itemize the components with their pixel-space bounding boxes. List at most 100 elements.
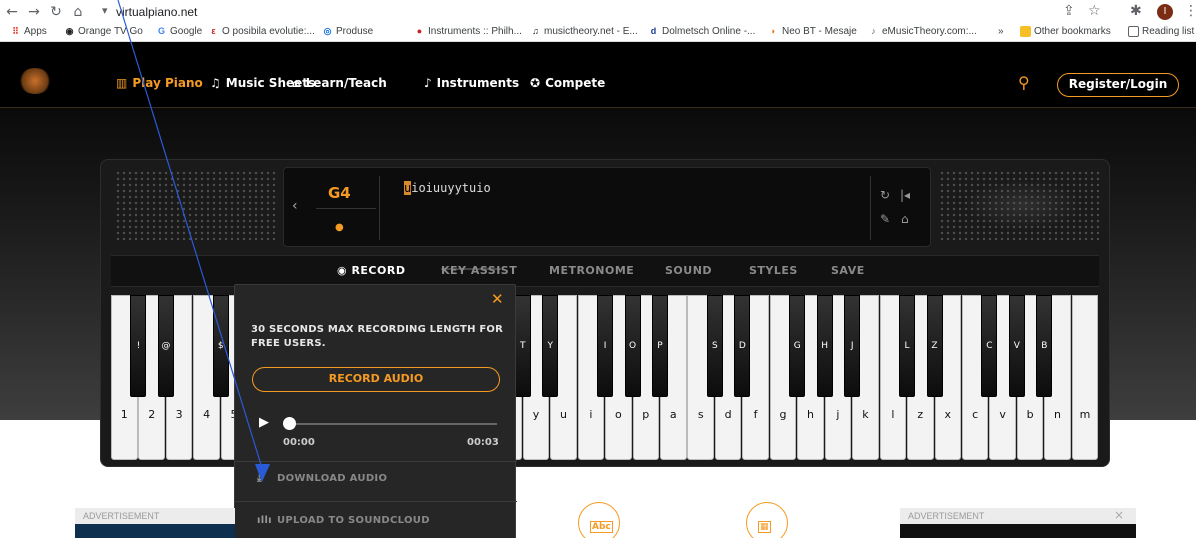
black-key[interactable]: Y (542, 295, 559, 397)
upload-soundcloud-button[interactable]: ıllı UPLOAD TO SOUNDCLOUD (257, 515, 430, 526)
black-key[interactable]: P (652, 295, 668, 397)
divider (379, 176, 380, 240)
register-login-button[interactable]: Register/Login (1057, 73, 1179, 97)
home-icon[interactable]: ⌂ (70, 4, 86, 20)
toolbar-label: KEY ASSIST (441, 264, 518, 277)
key-label: L (904, 341, 910, 351)
bookmark-label: Google (170, 26, 203, 37)
toolbar-sound[interactable]: SOUND (665, 264, 712, 277)
toolbar-key-assist[interactable]: KEY ASSIST (441, 264, 517, 277)
close-icon[interactable]: ✕ (491, 290, 504, 308)
home-icon[interactable]: ⌂ (901, 212, 909, 226)
bookmark-item[interactable]: ◉ Orange TV Go (64, 26, 143, 37)
key-label: 4 (203, 408, 211, 421)
toolbar-record[interactable]: ◉ RECORD (337, 264, 405, 277)
ad-right[interactable]: ADVERTISEMENT × (900, 508, 1136, 538)
black-key[interactable]: I (597, 295, 614, 397)
share-icon[interactable]: ⇪ (1063, 3, 1075, 19)
black-key[interactable]: G (789, 295, 806, 397)
profile-avatar[interactable]: I (1157, 4, 1173, 20)
bookmark-item[interactable]: ● Instruments :: Philh... (414, 26, 522, 37)
black-key[interactable]: $ (212, 295, 229, 397)
divider (235, 501, 517, 502)
toolbar-save[interactable]: SAVE (831, 264, 865, 277)
site-info-icon[interactable]: ▾ (102, 4, 108, 17)
virtual-piano-logo-icon[interactable] (18, 68, 52, 94)
black-key[interactable]: J (844, 295, 861, 397)
bookmark-item[interactable]: ⠿ Apps (10, 26, 47, 37)
black-key[interactable]: V (1008, 295, 1025, 397)
bookmark-item[interactable]: G Google (156, 26, 202, 37)
play-icon[interactable]: ▶ (259, 415, 269, 430)
back-arrow-icon[interactable]: ← (4, 4, 20, 20)
bookmark-label: Instruments :: Philh... (428, 26, 522, 37)
black-key[interactable]: O (624, 295, 641, 397)
nav-learn-teach[interactable]: ⌂ Learn/Teach (292, 76, 387, 90)
reading-list[interactable]: Reading list (1128, 26, 1194, 37)
key-label: l (891, 408, 895, 421)
key-label: h (807, 408, 814, 421)
nav-instruments[interactable]: ♪ Instruments (424, 76, 519, 90)
bookmarks-overflow[interactable]: » (998, 26, 1004, 37)
ad-image[interactable] (75, 524, 235, 538)
ad-left[interactable]: ADVERTISEMENT (75, 508, 235, 538)
refresh-icon[interactable]: ↻ (880, 188, 890, 202)
ad-image[interactable] (900, 524, 1136, 538)
other-bookmarks[interactable]: Other bookmarks (1020, 26, 1111, 37)
bookmark-item[interactable]: d Dolmetsch Online -... (648, 26, 756, 37)
nav-label: Play Piano (132, 76, 203, 90)
black-key[interactable]: L (899, 295, 916, 397)
toolbar-metronome[interactable]: METRONOME (549, 264, 634, 277)
bookmark-item[interactable]: ◗ Neo BT - Mesaje (768, 26, 857, 37)
url-text[interactable]: virtualpiano.net (116, 5, 197, 19)
bookmark-item[interactable]: ε O posibila evolutie:... (208, 26, 314, 37)
search-icon[interactable]: ⚲ (1018, 73, 1030, 92)
record-dot-icon: ◉ (337, 264, 352, 277)
playback-slider-handle[interactable] (283, 417, 296, 430)
globe-icon: ◉ (65, 26, 74, 36)
download-audio-button[interactable]: ⤓ DOWNLOAD AUDIO (257, 473, 387, 484)
bookmark-label: Produse (336, 26, 374, 37)
nav-compete[interactable]: ✪ Compete (530, 76, 605, 90)
ad-close-icon[interactable]: × (1114, 508, 1124, 522)
site-header: ▥ Play Piano ♫ Music Sheets ⌂ Learn/Teach ♪ Ins… (0, 42, 1196, 108)
black-key[interactable]: S (706, 295, 723, 397)
record-audio-button[interactable]: RECORD AUDIO (252, 367, 500, 392)
bookmarks-bar: ⠿ Apps ◉ Orange TV Go G Google ε O posibila evo… (0, 24, 1196, 42)
key-label: m (1079, 408, 1091, 421)
key-label: g (779, 408, 787, 421)
black-key[interactable]: H (816, 295, 833, 397)
black-key[interactable]: B (1036, 295, 1053, 397)
key-label: o (614, 408, 622, 421)
skip-back-icon[interactable]: |◂ (900, 188, 910, 202)
reload-icon[interactable]: ↻ (48, 4, 64, 20)
white-key[interactable]: m (1071, 295, 1099, 460)
menu-dots-icon[interactable]: ⋮ (1184, 3, 1196, 19)
key-label: G (793, 341, 801, 351)
playback-slider[interactable] (285, 423, 497, 425)
key-label: V (1013, 341, 1020, 351)
star-icon[interactable]: ☆ (1088, 3, 1101, 19)
black-key[interactable]: Z (926, 295, 943, 397)
black-key[interactable]: ! (130, 295, 147, 397)
black-key[interactable]: @ (157, 295, 174, 397)
soundcloud-icon: ıllı (257, 515, 272, 526)
toolbar-styles[interactable]: STYLES (749, 264, 798, 277)
black-key[interactable]: T (514, 295, 531, 397)
forward-arrow-icon[interactable]: → (26, 4, 42, 20)
key-label: s (697, 408, 704, 421)
music-sheets-circle-icon[interactable]: Abc (578, 502, 620, 538)
extensions-icon[interactable]: ✱ (1130, 3, 1142, 19)
nav-play-piano[interactable]: ▥ Play Piano (116, 76, 203, 90)
bookmark-item[interactable]: ♫ musictheory.net - E... (530, 26, 638, 37)
reading-list-label: Reading list (1142, 26, 1195, 37)
pencil-icon[interactable]: ✎ (880, 212, 890, 226)
keyboard-circle-icon[interactable]: ▦ (746, 502, 788, 538)
bookmark-item[interactable]: ♪ eMusicTheory.com:... (868, 26, 977, 37)
black-key[interactable]: C (981, 295, 998, 397)
bookmark-label: Apps (24, 26, 47, 37)
black-key[interactable]: D (734, 295, 751, 397)
bookmark-item[interactable]: ◎ Produse (322, 26, 374, 37)
nav-label: Instruments (436, 76, 520, 90)
chevron-left-icon[interactable]: ‹ (292, 198, 298, 214)
